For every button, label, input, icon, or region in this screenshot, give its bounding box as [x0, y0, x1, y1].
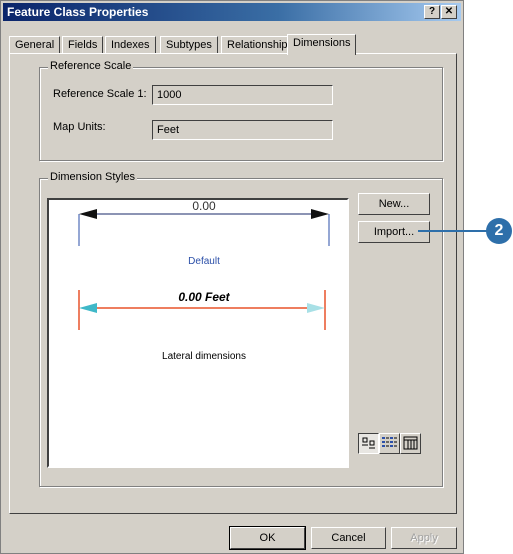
reference-scale-label: Reference Scale 1:	[53, 88, 147, 100]
reference-scale-title: Reference Scale	[48, 60, 134, 72]
lateral-dimension-text: 0.00 Feet	[178, 290, 230, 304]
tab-fields[interactable]: Fields	[62, 36, 104, 54]
default-dimension-text: 0.00	[192, 200, 216, 213]
tab-indexes[interactable]: Indexes	[105, 36, 156, 54]
details-view-icon	[403, 436, 418, 450]
map-units-field[interactable]: Feet	[152, 120, 333, 140]
tab-subtypes[interactable]: Subtypes	[160, 36, 218, 54]
style-item-default[interactable]: 0.00 Default	[78, 200, 330, 267]
help-button[interactable]: ?	[424, 5, 440, 19]
map-units-label: Map Units:	[53, 121, 106, 133]
small-icons-view-icon	[362, 437, 375, 449]
title-bar[interactable]: Feature Class Properties ? ✕	[3, 3, 461, 21]
details-view-button[interactable]	[400, 433, 421, 454]
style-item-lateral-dimensions[interactable]: 0.00 Feet Lateral dimensions	[78, 290, 326, 362]
callout-step-badge: 2	[486, 218, 512, 244]
style-previews: 0.00 Default 0.00 Feet Lateral dimension…	[78, 200, 330, 362]
tab-dimensions[interactable]: Dimensions	[287, 34, 357, 55]
window-title: Feature Class Properties	[7, 5, 149, 19]
cancel-button[interactable]: Cancel	[311, 527, 386, 549]
list-view-button[interactable]	[379, 433, 400, 454]
tab-general[interactable]: General	[9, 36, 61, 54]
apply-button[interactable]: Apply	[391, 527, 457, 549]
reference-scale-group: Reference Scale	[39, 60, 443, 161]
dimension-styles-title: Dimension Styles	[48, 171, 137, 183]
new-style-button[interactable]: New...	[358, 193, 430, 215]
default-style-name: Default	[188, 256, 220, 267]
import-style-button[interactable]: Import...	[358, 221, 430, 243]
ok-button[interactable]: OK	[229, 526, 306, 550]
reference-scale-field[interactable]: 1000	[152, 85, 333, 105]
feature-class-properties-dialog: Feature Class Properties ? ✕ General Fie…	[0, 0, 464, 554]
close-button[interactable]: ✕	[441, 5, 457, 19]
dimension-style-list[interactable]: 0.00 Default 0.00 Feet Lateral dimension…	[47, 198, 349, 468]
small-icons-view-button[interactable]	[358, 433, 379, 454]
lateral-style-name: Lateral dimensions	[162, 351, 246, 362]
list-view-icon	[382, 437, 397, 447]
